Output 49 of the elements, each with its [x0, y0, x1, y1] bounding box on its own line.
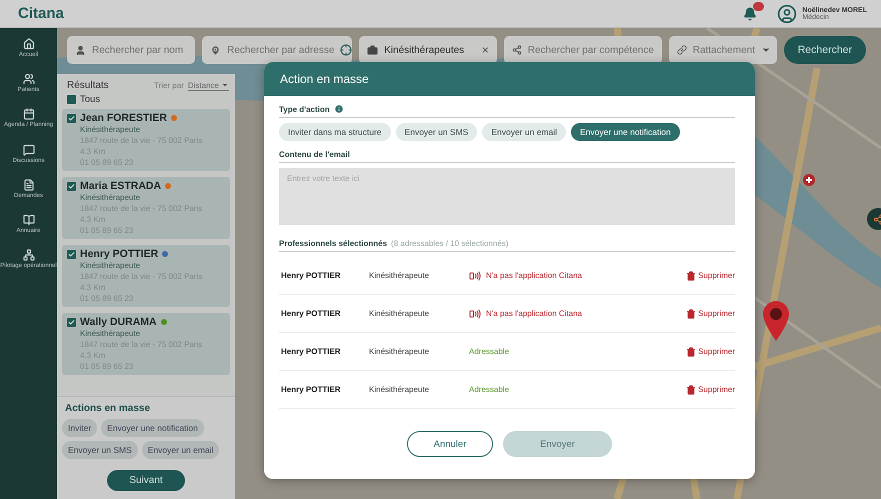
action-type-chip[interactable]: Envoyer un email: [482, 123, 566, 141]
profession-text: Kinésithérapeute: [369, 271, 430, 280]
clear-button[interactable]: ×: [482, 43, 489, 57]
next-button[interactable]: Suivant: [107, 470, 185, 491]
professional-name: Jean FORESTIER: [80, 112, 167, 124]
selection-count: (8 adressables / 10 sélectionnés): [391, 239, 508, 248]
profession-text: Kinésithérapeute: [79, 328, 142, 339]
action-chip[interactable]: Envoyer un email: [142, 441, 220, 459]
message-field[interactable]: Entrez votre texte ici: [279, 168, 735, 225]
status-text: N'a pas l'application Citana: [486, 309, 582, 318]
professional-name: Wally DURAMA: [80, 316, 157, 328]
professional-name: Maria ESTRADA: [80, 180, 162, 192]
profession-text: Kinésithérapeute: [79, 124, 142, 135]
section-label: Type d'action: [279, 104, 330, 114]
logo: Citana: [18, 5, 64, 22]
profession-field[interactable]: Kinésithérapeutes ×: [359, 36, 497, 64]
action-type-chip[interactable]: Envoyer un SMS: [396, 123, 478, 141]
select-all-label: Tous: [80, 94, 100, 105]
professional-name: Henry POTTIER: [281, 309, 342, 318]
action-chip[interactable]: Inviter: [62, 419, 98, 437]
profession-text: Kinésithérapeute: [369, 347, 430, 356]
results-title: Résultats: [67, 80, 110, 91]
sort-label: Trier par: [154, 81, 184, 90]
status-text: N'a pas l'application Citana: [486, 271, 582, 280]
profession-text: Kinésithérapeute: [79, 192, 142, 203]
professional-name: Henry POTTIER: [281, 385, 342, 394]
professional-name: Henry POTTIER: [281, 347, 342, 356]
status-text: Adressable: [469, 385, 510, 394]
profession-text: Kinésithérapeute: [369, 309, 430, 318]
sort-select[interactable]: Distance: [188, 80, 229, 90]
search-button[interactable]: Rechercher: [784, 36, 866, 64]
action-type-chip[interactable]: Inviter dans ma structure: [279, 123, 391, 141]
cancel-button[interactable]: Annuler: [407, 431, 493, 457]
remove-button[interactable]: Supprimer: [686, 308, 735, 318]
action-chip[interactable]: Envoyer une notification: [101, 419, 204, 437]
remove-button[interactable]: Supprimer: [686, 270, 735, 280]
profession-text: Kinésithérapeute: [79, 260, 142, 271]
action-chip[interactable]: Envoyer un SMS: [62, 441, 138, 459]
remove-button[interactable]: Supprimer: [686, 346, 735, 356]
action-type-chip[interactable]: Envoyer une notification: [571, 123, 680, 141]
section-label: Professionnels sélectionnés: [279, 239, 388, 248]
dialog-title: Action en masse: [280, 72, 369, 86]
mass-actions-title: Actions en masse: [64, 403, 152, 414]
status-text: Adressable: [469, 347, 510, 356]
professional-name: Henry POTTIER: [80, 248, 158, 260]
professional-name: Henry POTTIER: [281, 271, 342, 280]
profession-text: Kinésithérapeute: [369, 385, 430, 394]
section-label: Contenu de l'email: [279, 150, 350, 159]
remove-button[interactable]: Supprimer: [686, 384, 735, 394]
